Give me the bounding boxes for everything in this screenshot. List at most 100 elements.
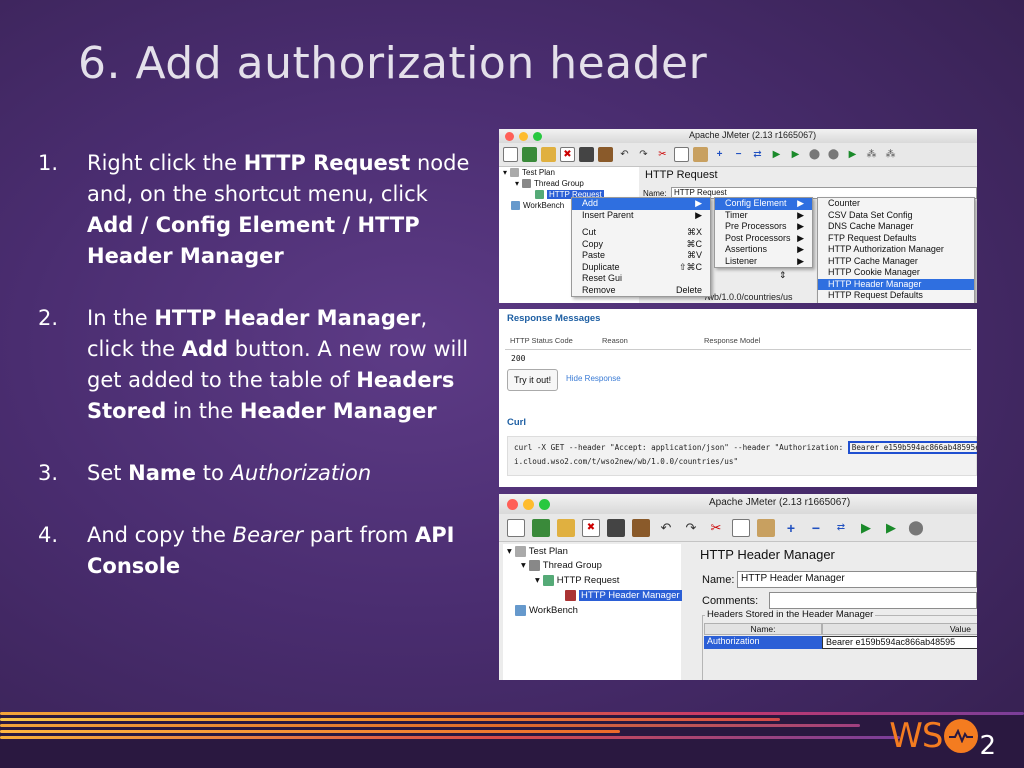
save-icon[interactable] — [607, 518, 625, 537]
workbench-icon — [511, 201, 520, 210]
collapse-icon[interactable]: − — [731, 147, 746, 162]
menu-item-remove[interactable]: Remove Delete — [572, 285, 710, 297]
menu-item-dns-cache-manager[interactable]: DNS Cache Manager — [818, 221, 974, 233]
cut-icon[interactable]: ✂ — [707, 519, 725, 537]
menu-item-label: HTTP Authorization Manager — [828, 244, 944, 254]
step-text: in the — [166, 399, 240, 423]
toggle-icon[interactable]: ⇄ — [750, 147, 765, 162]
shutdown-icon[interactable]: ⬤ — [826, 147, 841, 162]
comments-input[interactable] — [769, 592, 977, 609]
copy-icon[interactable] — [732, 518, 750, 537]
menu-item-ftp-request-defaults[interactable]: FTP Request Defaults — [818, 233, 974, 245]
menu-item-http-request-defaults[interactable]: HTTP Request Defaults — [818, 290, 974, 302]
remote-stop-icon[interactable]: ⁂ — [883, 147, 898, 162]
window-titlebar: Apache JMeter (2.13 r1665067) — [499, 129, 977, 143]
tree-node-thread-group[interactable]: ▾ Thread Group — [521, 560, 602, 571]
save-as-icon[interactable] — [632, 518, 650, 537]
tree-node-http-header-manager[interactable]: HTTP Header Manager — [565, 590, 682, 601]
remote-start-icon[interactable]: ▶ — [845, 147, 860, 162]
name-input[interactable]: HTTP Header Manager — [737, 571, 977, 588]
header-row-value-cell[interactable]: Bearer e159b594ac866ab48595 — [822, 636, 977, 649]
menu-item-cut[interactable]: Cut ⌘X — [572, 227, 710, 239]
menu-item-csv-data-set-config[interactable]: CSV Data Set Config — [818, 210, 974, 222]
collapse-icon[interactable]: − — [807, 519, 825, 537]
tree-node-workbench[interactable]: WorkBench — [511, 201, 564, 210]
menu-item-counter[interactable]: Counter — [818, 198, 974, 210]
tree-node-test-plan[interactable]: ▾ Test Plan — [507, 546, 568, 557]
tree-node-test-plan[interactable]: ▾ Test Plan — [503, 168, 555, 177]
cut-icon[interactable]: ✂ — [655, 147, 670, 162]
name-column-header[interactable]: Name: — [704, 623, 822, 635]
templates-icon[interactable] — [532, 518, 550, 537]
expand-icon[interactable]: + — [782, 519, 800, 537]
menu-item-http-cookie-manager[interactable]: HTTP Cookie Manager — [818, 267, 974, 279]
curl-command-box: curl -X GET --header "Accept: applicatio… — [507, 436, 977, 476]
templates-icon[interactable] — [522, 147, 537, 162]
zoom-window-icon[interactable] — [539, 499, 550, 510]
dropdown-stepper-icon[interactable]: ⇕ — [779, 270, 787, 281]
copy-icon[interactable] — [674, 147, 689, 162]
try-it-out-button[interactable]: Try it out! — [507, 369, 559, 391]
step-text: In the — [87, 306, 155, 330]
new-icon[interactable] — [503, 147, 518, 162]
menu-item-http-authorization-manager[interactable]: HTTP Authorization Manager — [818, 244, 974, 256]
start-no-pauses-icon[interactable]: ▶ — [882, 519, 900, 537]
close-file-icon[interactable]: ✖ — [560, 147, 575, 162]
menu-item-paste[interactable]: Paste ⌘V — [572, 250, 710, 262]
menu-item-label: HTTP Header Manager — [828, 278, 922, 289]
menu-item-listener[interactable]: Listener ▶ — [715, 256, 812, 268]
instruction-step: 2. In the HTTP Header Manager, click the … — [38, 303, 478, 427]
menu-item-assertions[interactable]: Assertions ▶ — [715, 244, 812, 256]
close-window-icon[interactable] — [507, 499, 518, 510]
redo-icon[interactable]: ↷ — [636, 147, 651, 162]
menu-item-duplicate[interactable]: Duplicate ⇧⌘C — [572, 262, 710, 274]
config-element-submenu: Counter CSV Data Set Config DNS Cache Mana… — [817, 197, 975, 303]
undo-icon[interactable]: ↶ — [617, 147, 632, 162]
undo-icon[interactable]: ↶ — [657, 519, 675, 537]
minimize-window-icon[interactable] — [519, 132, 528, 141]
menu-item-copy[interactable]: Copy ⌘C — [572, 239, 710, 251]
menu-item-http-cache-manager[interactable]: HTTP Cache Manager — [818, 256, 974, 268]
menu-item-pre-processors[interactable]: Pre Processors ▶ — [715, 221, 812, 233]
menu-item-reset-gui[interactable]: Reset Gui — [572, 273, 710, 285]
paste-icon[interactable] — [693, 147, 708, 162]
zoom-window-icon[interactable] — [533, 132, 542, 141]
expand-icon[interactable]: + — [712, 147, 727, 162]
stop-icon[interactable]: ⬤ — [807, 147, 822, 162]
context-menu: Add ▶ Insert Parent ▶ Cut ⌘X Copy ⌘C Paste ⌘V Dupl… — [571, 197, 711, 297]
remote-start-all-icon[interactable]: ⁂ — [864, 147, 879, 162]
open-icon[interactable] — [557, 518, 575, 537]
menu-item-timer[interactable]: Timer ▶ — [715, 210, 812, 222]
start-no-pauses-icon[interactable]: ▶ — [788, 147, 803, 162]
menu-item-insert-parent[interactable]: Insert Parent ▶ — [572, 210, 710, 222]
tree-node-http-request[interactable]: ▾ HTTP Request — [535, 575, 619, 586]
tree-node-thread-group[interactable]: ▾ Thread Group — [515, 179, 584, 188]
tree-node-workbench[interactable]: WorkBench — [515, 605, 578, 616]
value-column-header[interactable]: Value — [822, 623, 977, 635]
redo-icon[interactable]: ↷ — [682, 519, 700, 537]
close-window-icon[interactable] — [505, 132, 514, 141]
menu-item-http-header-manager[interactable]: HTTP Header Manager — [818, 278, 974, 290]
stop-icon[interactable]: ⬤ — [907, 519, 925, 537]
menu-item-config-element[interactable]: Config Element ▶ — [715, 198, 812, 210]
close-file-icon[interactable]: ✖ — [582, 518, 600, 537]
minimize-window-icon[interactable] — [523, 499, 534, 510]
save-icon[interactable] — [579, 147, 594, 162]
start-icon[interactable]: ▶ — [857, 519, 875, 537]
footer-streak — [0, 730, 620, 733]
toggle-icon[interactable]: ⇄ — [832, 519, 850, 537]
menu-item-add[interactable]: Add ▶ — [572, 198, 710, 210]
hide-response-link[interactable]: Hide Response — [566, 374, 621, 383]
new-icon[interactable] — [507, 518, 525, 537]
menu-item-post-processors[interactable]: Post Processors ▶ — [715, 233, 812, 245]
headers-stored-title: Headers Stored in the Header Manager — [705, 609, 876, 620]
menu-item-label: HTTP Cookie Manager — [828, 267, 920, 277]
start-icon[interactable]: ▶ — [769, 147, 784, 162]
jmeter-context-menu-screenshot: Apache JMeter (2.13 r1665067) ✖ ↶ ↷ ✂ + … — [499, 129, 977, 303]
save-as-icon[interactable] — [598, 147, 613, 162]
step-text: Name — [128, 461, 197, 485]
instruction-step: 1. Right click the HTTP Request node and,… — [38, 148, 478, 272]
open-icon[interactable] — [541, 147, 556, 162]
paste-icon[interactable] — [757, 518, 775, 537]
header-row-name-cell[interactable]: Authorization — [704, 636, 822, 649]
